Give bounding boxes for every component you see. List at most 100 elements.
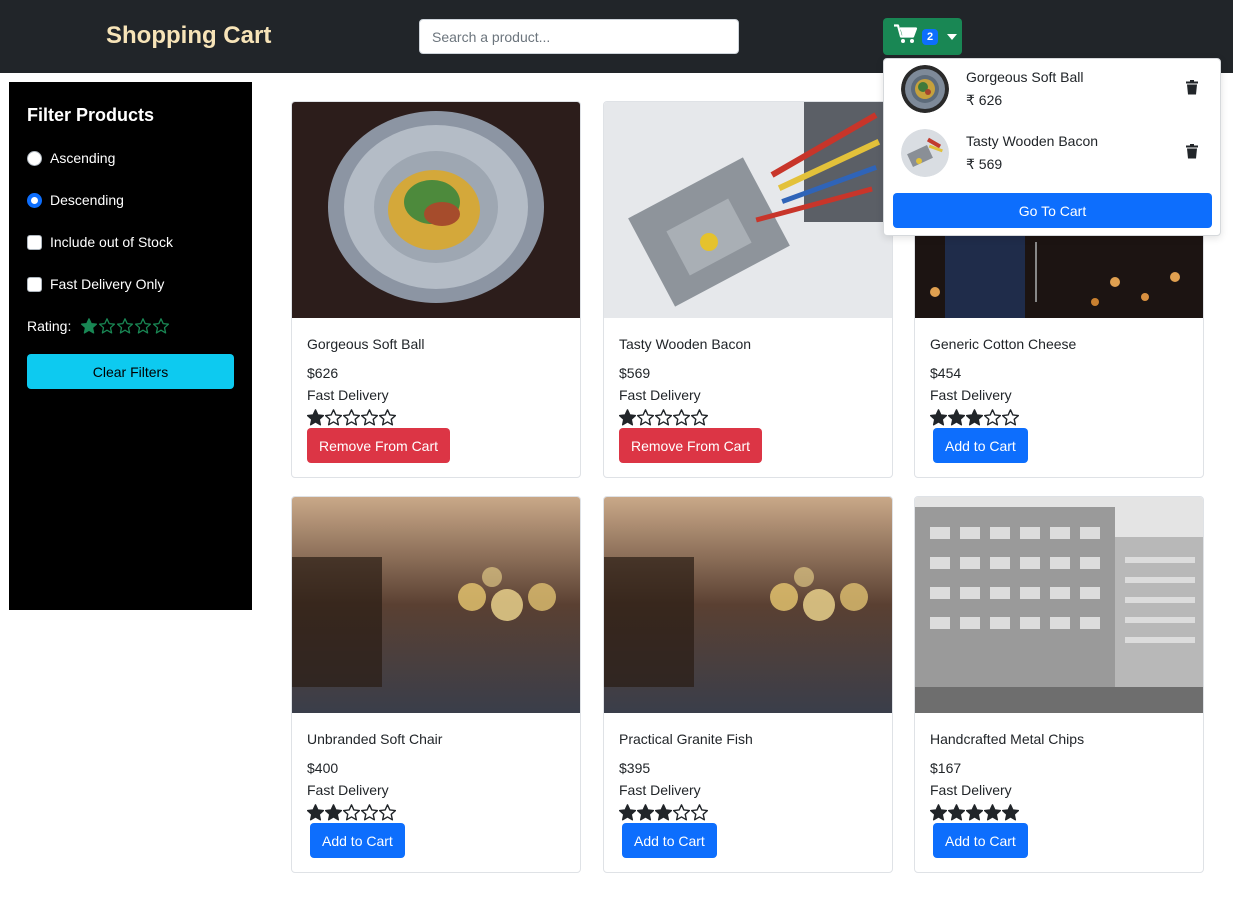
star-outline-icon xyxy=(325,409,342,426)
star-outline-icon xyxy=(343,804,360,821)
product-name: Practical Granite Fish xyxy=(619,731,753,747)
product-price: $167 xyxy=(930,760,962,776)
out-of-stock-checkbox[interactable]: Include out of Stock xyxy=(27,234,173,250)
star-outline-icon xyxy=(379,804,396,821)
product-rating xyxy=(307,804,396,821)
rating-filter: Rating: xyxy=(27,318,170,334)
radio-checked[interactable] xyxy=(27,192,42,208)
product-rating xyxy=(619,409,708,426)
star-filled-icon xyxy=(966,804,983,821)
product-card: Handcrafted Metal Chips $167 Fast Delive… xyxy=(914,496,1204,873)
product-price: $626 xyxy=(307,365,339,381)
product-image xyxy=(915,497,1203,713)
star-outline-icon xyxy=(673,804,690,821)
brand-title[interactable]: Shopping Cart xyxy=(106,22,271,50)
product-name: Tasty Wooden Bacon xyxy=(619,336,752,352)
delivery-label: Fast Delivery xyxy=(930,782,1012,798)
add-to-cart-button[interactable]: Add to Cart xyxy=(933,428,1028,463)
star-filled-icon xyxy=(984,804,1001,821)
star-outline-icon[interactable] xyxy=(99,318,116,334)
checkbox-unchecked[interactable] xyxy=(27,276,42,292)
star-outline-icon[interactable] xyxy=(117,318,134,334)
cart-item-price: ₹ 569 xyxy=(966,156,1003,172)
sort-ascending-radio[interactable]: Ascending xyxy=(27,150,115,166)
trash-icon[interactable] xyxy=(1186,144,1198,164)
star-outline-icon xyxy=(1002,409,1019,426)
star-filled-icon xyxy=(930,409,947,426)
add-to-cart-button[interactable]: Add to Cart xyxy=(933,823,1028,858)
delivery-label: Fast Delivery xyxy=(930,387,1012,403)
cart-item-name: Tasty Wooden Bacon xyxy=(966,133,1099,149)
cart-item-name: Gorgeous Soft Ball xyxy=(966,69,1084,85)
star-outline-icon xyxy=(361,804,378,821)
star-filled-icon xyxy=(948,804,965,821)
product-rating xyxy=(619,804,708,821)
sort-descending-radio[interactable]: Descending xyxy=(27,192,124,208)
checkbox-unchecked[interactable] xyxy=(27,234,42,250)
filters-title: Filter Products xyxy=(27,105,155,125)
product-rating xyxy=(930,409,1019,426)
star-outline-icon xyxy=(691,804,708,821)
star-outline-icon xyxy=(691,409,708,426)
product-rating xyxy=(930,804,1019,821)
cart-item-price: ₹ 626 xyxy=(966,92,1003,108)
product-name: Generic Cotton Cheese xyxy=(930,336,1077,352)
radio-unchecked[interactable] xyxy=(27,150,42,166)
star-filled-icon xyxy=(325,804,342,821)
remove-from-cart-button[interactable]: Remove From Cart xyxy=(307,428,451,463)
search-input[interactable] xyxy=(419,19,739,54)
star-outline-icon xyxy=(984,409,1001,426)
cart-count-badge: 2 xyxy=(922,28,939,45)
add-to-cart-button[interactable]: Add to Cart xyxy=(310,823,405,858)
add-to-cart-button[interactable]: Add to Cart xyxy=(622,823,717,858)
product-name: Handcrafted Metal Chips xyxy=(930,731,1085,747)
product-price: $454 xyxy=(930,365,962,381)
delivery-label: Fast Delivery xyxy=(619,387,701,403)
star-filled-icon xyxy=(307,804,324,821)
star-filled-icon xyxy=(637,804,654,821)
product-name: Unbranded Soft Chair xyxy=(307,731,443,747)
star-outline-icon xyxy=(673,409,690,426)
cart-dropdown-menu: Gorgeous Soft Ball ₹ 626 Tasty Wooden Ba… xyxy=(883,58,1221,236)
star-filled-icon xyxy=(930,804,947,821)
product-card: Practical Granite Fish $395 Fast Deliver… xyxy=(603,496,893,873)
shopping-cart-icon xyxy=(894,24,918,49)
go-to-cart-button[interactable]: Go To Cart xyxy=(893,193,1212,228)
product-price: $569 xyxy=(619,365,651,381)
star-filled-icon xyxy=(948,409,965,426)
delivery-label: Fast Delivery xyxy=(307,782,389,798)
product-card: Gorgeous Soft Ball $626 Fast Delivery Re… xyxy=(291,101,581,478)
sort-descending-label: Descending xyxy=(50,192,124,208)
cart-item-image xyxy=(901,65,949,113)
fast-delivery-label: Fast Delivery Only xyxy=(50,276,165,292)
product-image xyxy=(604,102,892,318)
filters-panel: Filter Products Ascending Descending Inc… xyxy=(9,82,252,610)
star-outline-icon[interactable] xyxy=(153,318,170,334)
cart-item: Gorgeous Soft Ball ₹ 626 xyxy=(884,59,1220,119)
star-outline-icon xyxy=(379,409,396,426)
remove-from-cart-button[interactable]: Remove From Cart xyxy=(619,428,763,463)
product-image xyxy=(292,102,580,318)
star-filled-icon xyxy=(619,804,636,821)
star-filled-icon xyxy=(619,409,636,426)
star-outline-icon xyxy=(655,409,672,426)
star-filled-icon xyxy=(1002,804,1019,821)
product-card: Tasty Wooden Bacon $569 Fast Delivery Re… xyxy=(603,101,893,478)
product-rating xyxy=(307,409,396,426)
star-outline-icon xyxy=(361,409,378,426)
rating-filter-stars[interactable] xyxy=(81,318,170,334)
star-filled-icon[interactable] xyxy=(81,318,98,334)
star-outline-icon xyxy=(343,409,360,426)
trash-icon[interactable] xyxy=(1186,80,1198,100)
product-price: $395 xyxy=(619,760,651,776)
product-image xyxy=(292,497,580,713)
fast-delivery-checkbox[interactable]: Fast Delivery Only xyxy=(27,276,164,292)
cart-item-image xyxy=(901,129,949,177)
cart-dropdown-button[interactable]: 2 xyxy=(883,18,962,55)
star-outline-icon[interactable] xyxy=(135,318,152,334)
delivery-label: Fast Delivery xyxy=(307,387,389,403)
clear-filters-button[interactable]: Clear Filters xyxy=(27,354,234,389)
star-filled-icon xyxy=(655,804,672,821)
product-price: $400 xyxy=(307,760,339,776)
rating-label: Rating: xyxy=(27,318,72,334)
